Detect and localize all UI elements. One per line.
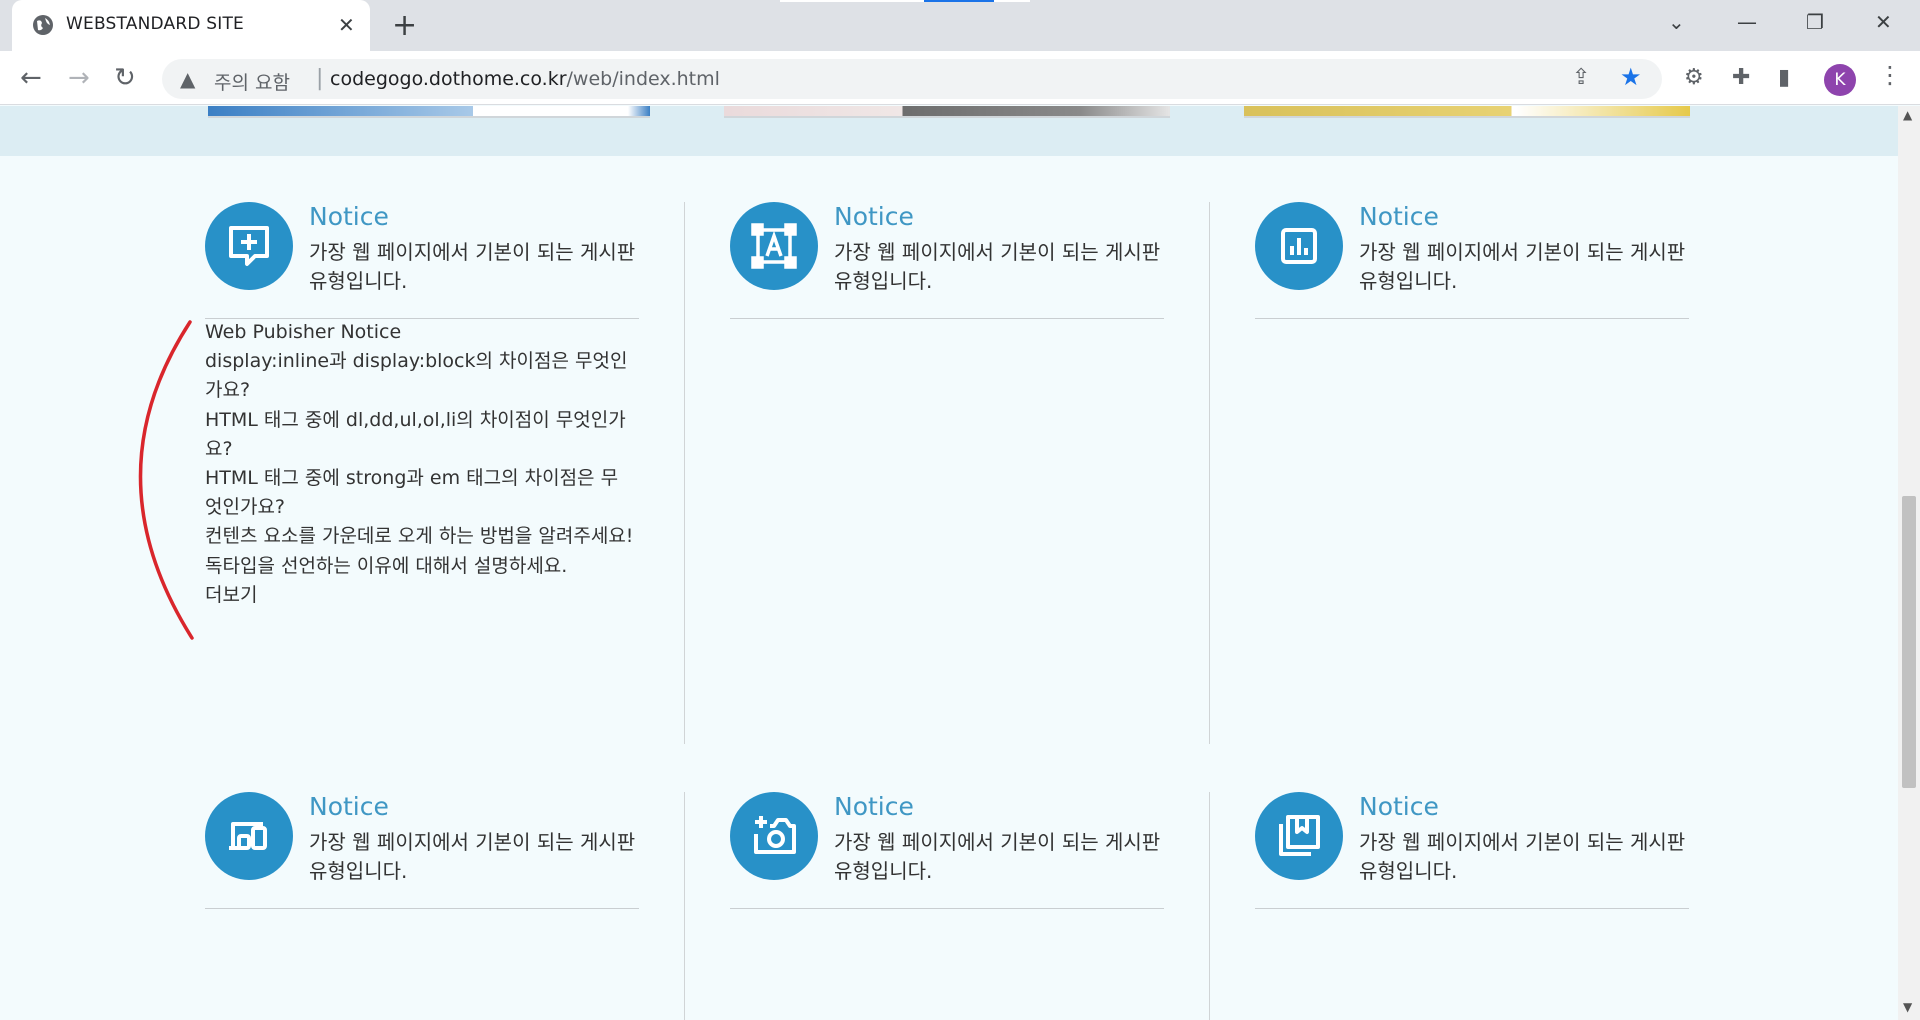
card-divider — [205, 908, 639, 909]
share-icon[interactable]: ⇪ — [1572, 65, 1590, 90]
card-divider — [730, 908, 1164, 909]
gallery-thumb[interactable] — [208, 106, 650, 118]
kebab-menu-icon[interactable]: ⋮ — [1878, 61, 1902, 89]
annotation-arc — [138, 320, 194, 640]
notice-icon-circle[interactable] — [730, 202, 818, 290]
tab-title: WEBSTANDARD SITE — [66, 14, 244, 34]
bookmark-library-icon — [1279, 815, 1320, 856]
notice-heading[interactable]: Notice — [834, 792, 914, 821]
minimize-button[interactable]: — — [1737, 10, 1757, 34]
notice-heading[interactable]: Notice — [1359, 792, 1439, 821]
notice-list: Web Pubisher Notice display:inline과 disp… — [205, 318, 635, 610]
notice-description: 가장 웹 페이지에서 기본이 되는 게시판 유형입니다. — [1359, 830, 1686, 883]
notice-icon-circle[interactable] — [730, 792, 818, 880]
card-divider — [1255, 908, 1689, 909]
gallery-band — [0, 106, 1898, 156]
column-divider — [684, 792, 685, 1020]
list-item[interactable]: 컨텐츠 요소를 가운데로 오게 하는 방법을 알려주세요! — [205, 522, 635, 551]
scroll-down-arrow-icon[interactable]: ▼ — [1903, 1000, 1912, 1014]
notice-heading[interactable]: Notice — [834, 202, 914, 231]
list-item[interactable]: 독타입을 선언하는 이유에 대해서 설명하세요. — [205, 552, 635, 581]
tab-search-icon[interactable]: ⌄ — [1668, 10, 1685, 34]
gallery-thumb[interactable] — [1244, 106, 1690, 118]
notice-icon-circle[interactable] — [205, 202, 293, 290]
security-label[interactable]: 주의 요함 — [214, 68, 290, 95]
page-viewport: Notice 가장 웹 페이지에서 기본이 되는 게시판 유형입니다. Noti… — [0, 106, 1898, 1020]
column-divider — [684, 202, 685, 744]
notice-icon-circle[interactable] — [1255, 792, 1343, 880]
devices-icon — [229, 822, 267, 850]
profile-avatar[interactable]: K — [1824, 64, 1856, 96]
list-item[interactable]: HTML 태그 중에 strong과 em 태그의 차이점은 무엇인가요? — [205, 464, 635, 522]
extension-gear-icon[interactable]: ⚙ — [1684, 65, 1704, 90]
window-close-button[interactable]: ✕ — [1875, 10, 1892, 34]
back-arrow-icon[interactable]: ← — [20, 63, 42, 93]
list-item[interactable]: display:inline과 display:block의 차이점은 무엇인가… — [205, 347, 635, 405]
scrollbar-thumb[interactable] — [1902, 496, 1916, 788]
notice-description: 가장 웹 페이지에서 기본이 되는 게시판 유형입니다. — [1359, 240, 1686, 293]
notice-icon-circle[interactable] — [1255, 202, 1343, 290]
notice-description: 가장 웹 페이지에서 기본이 되는 게시판 유형입니다. — [309, 240, 636, 293]
new-tab-button[interactable]: + — [392, 8, 417, 43]
tab-strip: WEBSTANDARD SITE ✕ + ⌄ — ❐ ✕ — [0, 0, 1920, 51]
text-frame-icon — [751, 223, 797, 269]
more-link[interactable]: 더보기 — [205, 581, 635, 610]
tab-active[interactable]: WEBSTANDARD SITE ✕ — [12, 0, 370, 51]
gallery-thumb[interactable] — [724, 106, 1170, 118]
bar-chart-icon — [1281, 228, 1317, 264]
extensions-puzzle-icon[interactable]: ✚ — [1732, 65, 1750, 90]
notice-description: 가장 웹 페이지에서 기본이 되는 게시판 유형입니다. — [309, 830, 636, 883]
card-divider — [1255, 318, 1689, 319]
notice-heading[interactable]: Notice — [309, 792, 389, 821]
globe-icon — [33, 15, 53, 35]
card-divider — [730, 318, 1164, 319]
reload-icon[interactable]: ↻ — [114, 63, 136, 93]
list-item[interactable]: Web Pubisher Notice — [205, 318, 635, 347]
side-panel-icon[interactable]: ▮ — [1778, 65, 1790, 90]
list-item[interactable]: HTML 태그 중에 dl,dd,ul,ol,li의 차이점이 무엇인가요? — [205, 406, 635, 464]
address-bar[interactable]: ▲ 주의 요함 | codegogo.dothome.co.kr/web/ind… — [162, 59, 1662, 99]
browser-toolbar: ← → ↻ ▲ 주의 요함 | codegogo.dothome.co.kr/w… — [0, 51, 1920, 105]
scroll-up-arrow-icon[interactable]: ▲ — [1903, 108, 1912, 122]
notice-heading[interactable]: Notice — [309, 202, 389, 231]
column-divider — [1209, 202, 1210, 744]
bookmark-star-icon[interactable]: ★ — [1620, 63, 1642, 91]
forward-arrow-icon[interactable]: → — [68, 63, 90, 93]
url-text[interactable]: codegogo.dothome.co.kr/web/index.html — [330, 68, 720, 90]
vertical-scrollbar[interactable]: ▲ ▼ — [1898, 106, 1920, 1020]
tab-strip-accent — [924, 0, 994, 2]
restore-button[interactable]: ❐ — [1806, 10, 1824, 34]
column-divider — [1209, 792, 1210, 1020]
notice-description: 가장 웹 페이지에서 기본이 되는 게시판 유형입니다. — [834, 240, 1161, 293]
notice-icon-circle[interactable] — [205, 792, 293, 880]
add-camera-icon — [754, 816, 796, 854]
notice-description: 가장 웹 페이지에서 기본이 되는 게시판 유형입니다. — [834, 830, 1161, 883]
notice-heading[interactable]: Notice — [1359, 202, 1439, 231]
omnibox-divider: | — [316, 66, 324, 91]
tab-close-icon[interactable]: ✕ — [338, 13, 355, 37]
warning-icon[interactable]: ▲ — [180, 67, 195, 91]
chat-plus-icon — [229, 226, 269, 266]
